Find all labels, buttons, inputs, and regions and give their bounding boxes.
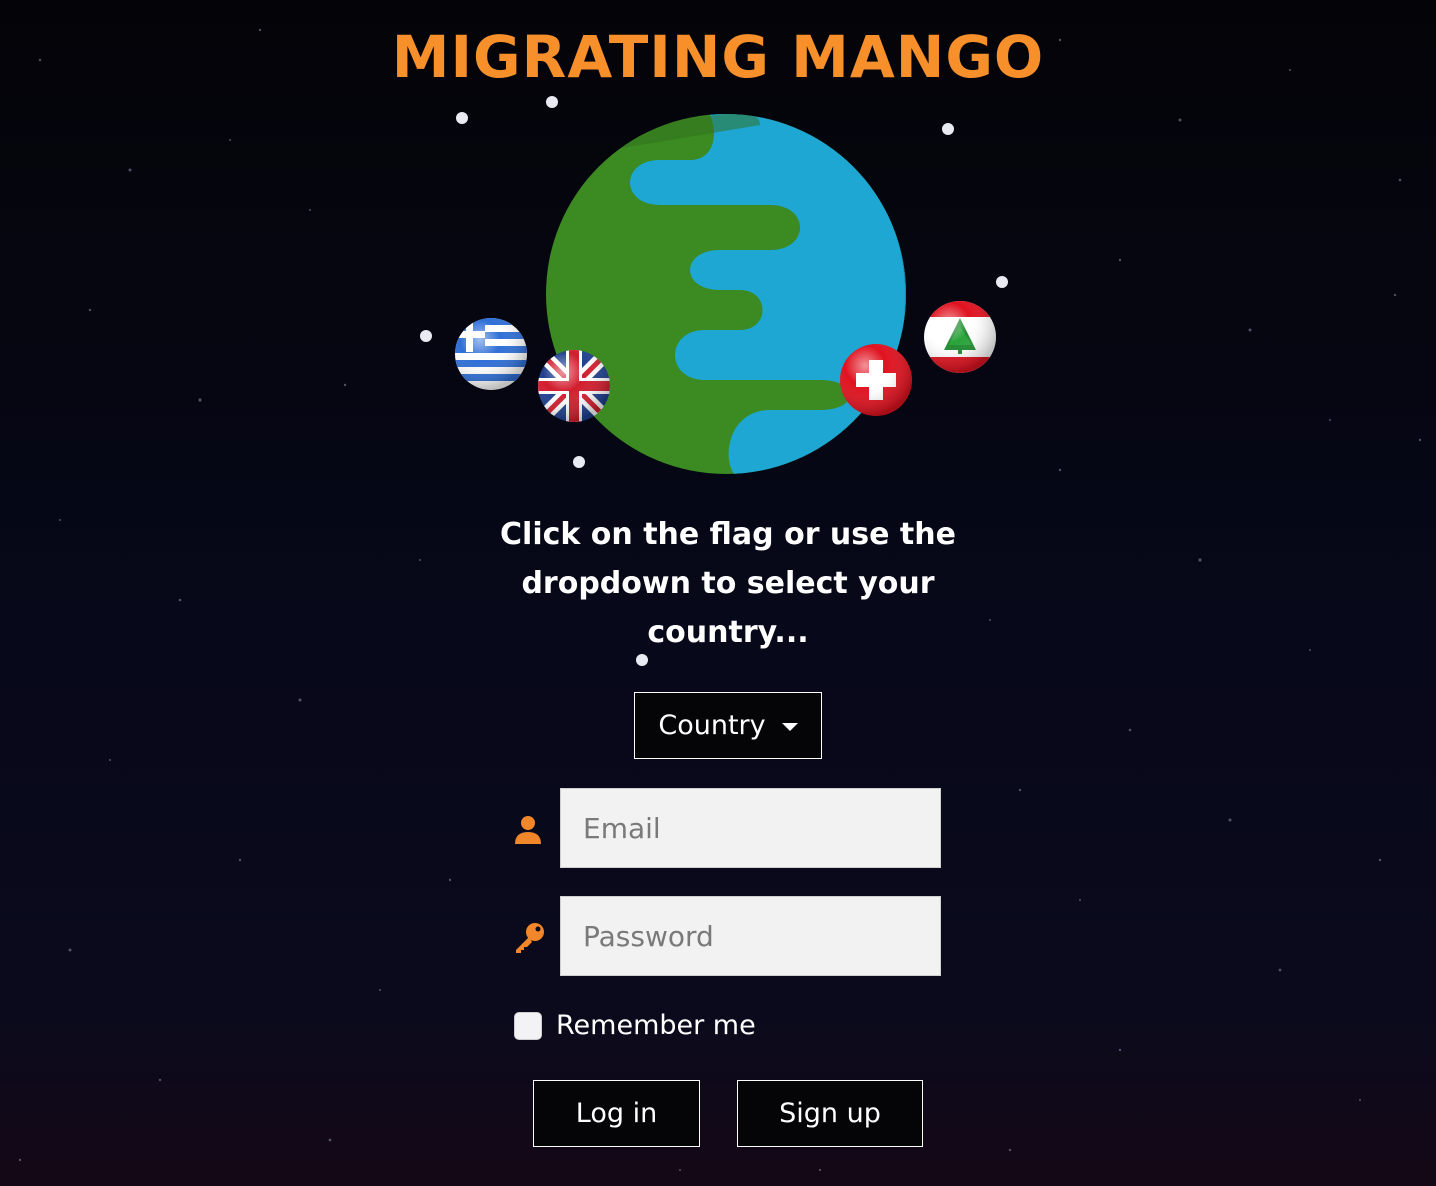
remember-me-row: Remember me xyxy=(514,1010,756,1041)
login-button[interactable]: Log in xyxy=(533,1080,700,1147)
country-dropdown-label: Country xyxy=(658,710,766,741)
globe-illustration xyxy=(420,96,1008,474)
flag-united-kingdom-button[interactable] xyxy=(538,350,610,422)
key-icon xyxy=(516,923,544,953)
remember-me-checkbox[interactable] xyxy=(514,1011,542,1040)
flag-switzerland-button[interactable] xyxy=(840,344,912,416)
password-field[interactable] xyxy=(560,896,941,976)
signup-button[interactable]: Sign up xyxy=(737,1080,923,1147)
caret-down-icon xyxy=(781,722,798,731)
country-dropdown-button[interactable]: Country xyxy=(634,692,822,759)
email-field[interactable] xyxy=(560,788,941,868)
planet-icon xyxy=(546,114,906,474)
remember-me-label[interactable]: Remember me xyxy=(556,1010,756,1041)
country-instructions: Click on the flag or use the dropdown to… xyxy=(500,517,956,650)
flag-lebanon-button[interactable] xyxy=(924,301,996,373)
user-icon xyxy=(515,816,541,844)
flag-greece-button[interactable] xyxy=(455,318,527,390)
